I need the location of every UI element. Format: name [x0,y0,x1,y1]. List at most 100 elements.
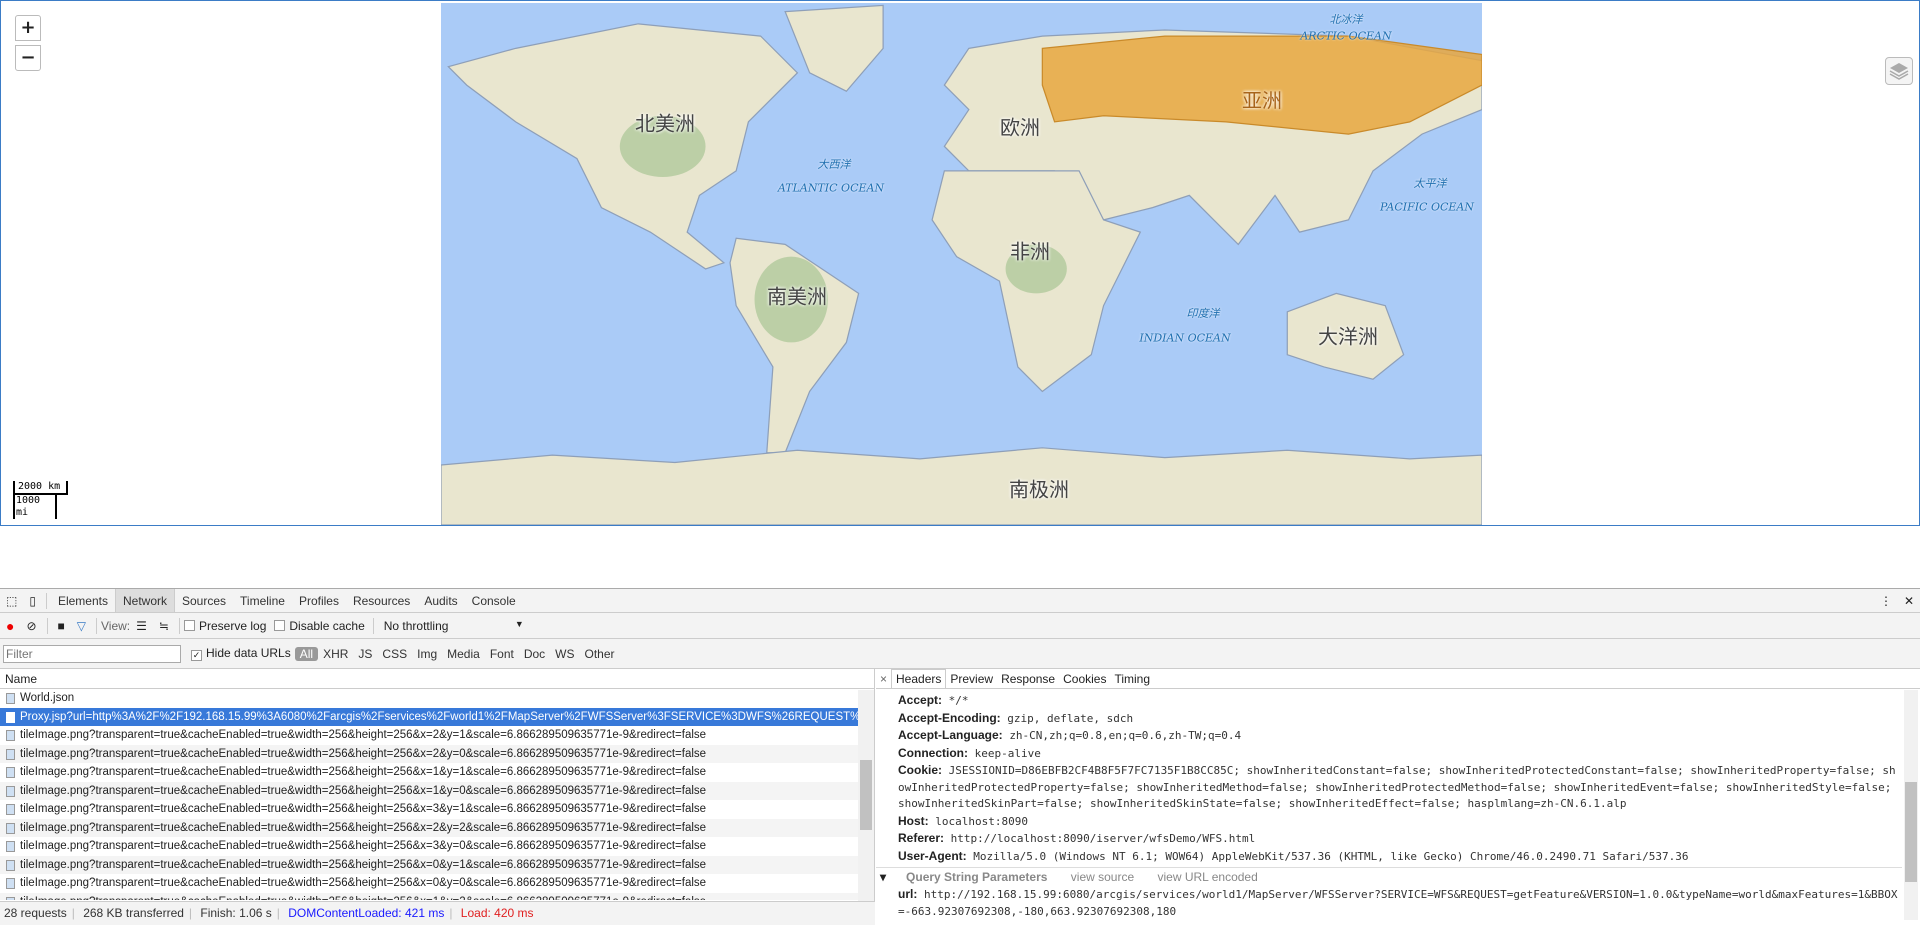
header-line: Accept-Encoding: gzip, deflate, sdch [876,710,1902,728]
header-key: Accept: [898,693,943,707]
request-name: tileImage.png?transparent=true&cacheEnab… [20,766,707,778]
clear-icon[interactable]: ⊘ [26,619,36,633]
header-value: JSESSIONID=D86EBFB2CF4B8F5F7FC7135F1B8CC… [898,764,1896,810]
tab-console[interactable]: Console [465,589,523,612]
view-url-encoded-link[interactable]: view URL encoded [1157,870,1257,884]
resource-type-filters: All XHR JS CSS Img Media Font Doc WS Other [294,646,620,661]
query-string-title[interactable]: ▾ Query String Parameters [880,870,1047,884]
disable-cache-checkbox[interactable]: Disable cache [274,619,365,633]
record-icon[interactable]: ● [6,618,14,634]
map-label-south-america: 南美洲 [767,284,827,309]
tab-audits[interactable]: Audits [417,589,464,612]
header-line: Connection: keep-alive [876,745,1902,763]
filter-type-js[interactable]: JS [353,647,377,661]
tab-sources[interactable]: Sources [175,589,233,612]
map-label-asia: 亚洲 [1242,88,1282,113]
detail-tab-response[interactable]: Response [997,670,1059,688]
tab-elements[interactable]: Elements [51,589,115,612]
details-scrollbar[interactable] [1904,690,1918,920]
zoom-in-button[interactable]: + [15,15,41,41]
tab-profiles[interactable]: Profiles [292,589,346,612]
request-row[interactable]: Proxy.jsp?url=http%3A%2F%2F192.168.15.99… [0,707,858,726]
zoom-out-button[interactable]: − [15,45,41,71]
scrollbar-thumb[interactable] [860,760,872,830]
request-row[interactable]: tileImage.png?transparent=true&cacheEnab… [0,726,858,745]
map-label-europe: 欧洲 [1000,115,1040,140]
query-string-section[interactable]: ▾ Query String Parameters view source vie… [876,867,1902,886]
request-name: World.json [20,692,75,704]
request-row[interactable]: tileImage.png?transparent=true&cacheEnab… [0,763,858,782]
filter-type-doc[interactable]: Doc [519,647,550,661]
map-label-antarctica: 南极洲 [1009,477,1069,502]
file-icon [6,730,15,741]
close-devtools-icon[interactable]: ✕ [1904,594,1914,608]
request-row[interactable]: tileImage.png?transparent=true&cacheEnab… [0,892,858,900]
list-view-icon[interactable]: ☰ [136,619,147,633]
file-icon [6,859,15,871]
detail-tab-cookies[interactable]: Cookies [1059,670,1110,688]
request-row[interactable]: tileImage.png?transparent=true&cacheEnab… [0,744,858,763]
close-details-icon[interactable]: × [876,670,891,688]
filter-type-media[interactable]: Media [442,647,485,661]
devtools-tab-bar: ⬚ ▯ Elements Network Sources Timeline Profil… [0,589,1920,613]
name-column-header[interactable]: Name [0,669,874,689]
capture-screenshots-icon[interactable]: ■ [58,619,65,633]
hide-data-urls-checkbox[interactable]: ✓ Hide data URLs [191,646,291,661]
filter-type-ws[interactable]: WS [550,647,579,661]
filter-input[interactable] [3,644,181,663]
preserve-log-checkbox[interactable]: Preserve log [184,619,266,633]
world-map[interactable] [441,3,1482,525]
scale-bar-km: 2000 km [13,481,68,495]
filter-type-xhr[interactable]: XHR [318,647,353,661]
request-row[interactable]: tileImage.png?transparent=true&cacheEnab… [0,855,858,874]
request-row[interactable]: tileImage.png?transparent=true&cacheEnab… [0,818,858,837]
file-icon [6,822,15,834]
map-label-africa: 非洲 [1010,239,1050,264]
detail-tab-headers[interactable]: Headers [891,669,947,688]
layers-icon[interactable] [1885,57,1913,85]
filter-type-img[interactable]: Img [412,647,442,661]
request-row[interactable]: World.json [0,689,858,708]
filter-type-other[interactable]: Other [580,647,620,661]
request-name: tileImage.png?transparent=true&cacheEnab… [20,803,707,815]
device-mode-icon[interactable]: ▯ [29,594,36,608]
tab-resources[interactable]: Resources [346,589,417,612]
request-row[interactable]: tileImage.png?transparent=true&cacheEnab… [0,874,858,893]
more-options-icon[interactable]: ⋮ [1880,594,1892,608]
scrollbar-thumb[interactable] [1905,782,1917,882]
filter-bar: ✓Hide data URLs AllXHRJSCSSImgMediaFontD… [0,639,1920,669]
filter-type-all[interactable]: All [294,646,319,661]
tab-timeline[interactable]: Timeline [233,589,292,612]
request-row[interactable]: tileImage.png?transparent=true&cacheEnab… [0,781,858,800]
request-headers: Accept: */* Accept-Encoding: gzip, deflat… [876,689,1902,923]
map-label-pacific-cn: 太平洋 [1413,177,1447,190]
divider [179,617,180,634]
header-value: gzip, deflate, sdch [1007,711,1134,725]
map-container[interactable]: + − 2000 km 1000 mi 北冰洋 ARCTIC OCEAN 北美洲… [0,0,1920,526]
detail-tab-timing[interactable]: Timing [1110,670,1154,688]
header-line: Cookie: JSESSIONID=D86EBFB2CF4B8F5F7FC71… [876,762,1902,813]
throttling-select[interactable]: No throttling ▼ [384,619,524,633]
view-source-link[interactable]: view source [1071,870,1134,884]
waterfall-view-icon[interactable]: ≒ [159,619,169,633]
request-row[interactable]: tileImage.png?transparent=true&cacheEnab… [0,837,858,856]
header-value: keep-alive [974,746,1041,760]
map-label-north-america: 北美洲 [635,111,695,136]
tab-network[interactable]: Network [114,589,175,612]
file-icon [6,748,15,760]
request-row[interactable]: tileImage.png?transparent=true&cacheEnab… [0,800,858,819]
antarctica-shape[interactable] [441,447,1482,525]
header-line: Host: localhost:8090 [876,813,1902,831]
detail-tab-preview[interactable]: Preview [946,670,997,688]
request-list-scrollbar[interactable] [858,690,874,901]
filter-icon[interactable]: ▽ [77,619,86,633]
header-value: Mozilla/5.0 (Windows NT 6.1; WOW64) Appl… [973,849,1689,863]
map-label-pacific-en: PACIFIC OCEAN [1379,200,1475,214]
filter-type-css[interactable]: CSS [377,647,412,661]
divider [372,617,374,634]
inspect-element-icon[interactable]: ⬚ [6,594,17,608]
map-label-atlantic-en: ATLANTIC OCEAN [777,181,885,195]
filter-type-font[interactable]: Font [485,647,519,661]
file-icon [6,785,15,797]
request-rows: World.json Proxy.jsp?url=http%3A%2F%2F192… [0,689,874,900]
